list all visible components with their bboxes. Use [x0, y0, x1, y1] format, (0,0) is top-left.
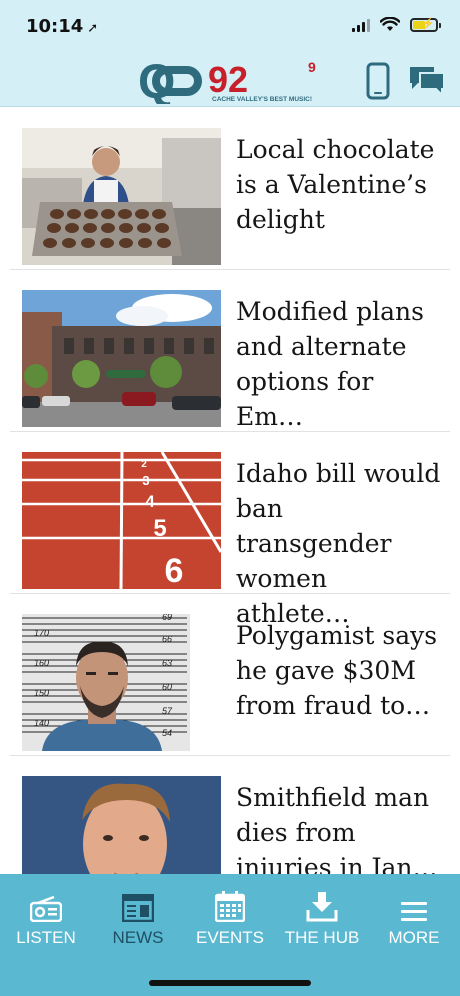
- track-number: 4: [145, 492, 155, 511]
- height-scale-label: 150: [34, 688, 49, 698]
- building-photo: [22, 290, 221, 427]
- nav-label: THE HUB: [284, 928, 360, 947]
- height-scale-label: 69: [162, 614, 172, 622]
- logo-number: 92: [208, 59, 248, 100]
- track-number: 2: [141, 459, 147, 470]
- header-actions: [366, 62, 446, 100]
- track-number: 6: [165, 552, 184, 589]
- article-headline[interactable]: Polygamist says he gave $30M from fraud …: [236, 618, 446, 723]
- calendar-icon: [215, 891, 245, 922]
- article-item[interactable]: Smithfield man dies from injuries in Jan…: [10, 756, 450, 874]
- logo-superscript: 9: [308, 59, 316, 75]
- article-thumbnail[interactable]: [22, 290, 221, 427]
- battery-icon: ⚡: [410, 17, 441, 32]
- status-icons: ⚡: [352, 17, 441, 32]
- status-time-text: 10:14: [26, 16, 84, 37]
- article-item[interactable]: Modified plans and alternate options for…: [10, 270, 450, 432]
- nav-label: EVENTS: [195, 928, 265, 947]
- height-scale-label: 140: [34, 718, 49, 728]
- mugshot-photo: 170 160 150 140 69 66 63 60 57 54: [22, 614, 221, 751]
- track-number: 5: [153, 515, 166, 542]
- wifi-icon: [380, 17, 400, 31]
- article-thumbnail[interactable]: [22, 128, 221, 265]
- article-thumbnail[interactable]: 2 3 4 5 6: [22, 452, 221, 589]
- location-arrow-icon: ➚: [87, 21, 99, 36]
- status-time: 10:14 ➚: [26, 16, 98, 37]
- height-scale-label: 63: [162, 658, 172, 668]
- nav-label: MORE: [388, 928, 440, 947]
- article-headline[interactable]: Modified plans and alternate options for…: [236, 294, 446, 434]
- track-photo: 2 3 4 5 6: [22, 452, 221, 589]
- portrait-photo: [22, 776, 221, 874]
- radio-icon: [30, 896, 62, 922]
- article-headline[interactable]: Local chocolate is a Valentine’s delight: [236, 132, 446, 237]
- station-logo[interactable]: Q 92 9 CACHE VALLEY'S BEST MUSIC!: [138, 58, 323, 104]
- height-scale-label: 57: [162, 706, 173, 716]
- nav-events[interactable]: EVENTS: [184, 884, 276, 948]
- download-icon: [306, 892, 338, 922]
- article-item[interactable]: 2 3 4 5 6 Idaho bill would ban transgend…: [10, 432, 450, 628]
- article-item[interactable]: 170 160 150 140 69 66 63 60 57 54 Polyga…: [10, 594, 450, 756]
- menu-icon: [401, 902, 427, 921]
- bottom-nav: LISTEN NEWS EVENTS THE HUB MORE: [0, 874, 460, 996]
- height-scale-label: 160: [34, 658, 49, 668]
- article-headline[interactable]: Smithfield man dies from injuries in Jan…: [236, 780, 446, 874]
- nav-news[interactable]: NEWS: [92, 884, 184, 948]
- phone-icon[interactable]: [366, 62, 390, 100]
- home-indicator[interactable]: [149, 980, 311, 986]
- article-thumbnail[interactable]: [22, 776, 221, 874]
- top-bar: 10:14 ➚ ⚡ Q 92 9 CACHE VALLEY'S BEST MUSI…: [0, 0, 460, 107]
- height-scale-label: 170: [34, 628, 49, 638]
- height-scale-label: 60: [162, 682, 172, 692]
- chat-icon[interactable]: [408, 65, 446, 97]
- height-scale-label: 66: [162, 634, 172, 644]
- article-item[interactable]: Local chocolate is a Valentine’s delight: [10, 108, 450, 270]
- news-list[interactable]: Local chocolate is a Valentine’s delight: [0, 108, 460, 874]
- cellular-signal-icon: [352, 18, 370, 32]
- nav-the-hub[interactable]: THE HUB: [276, 884, 368, 948]
- newspaper-icon: [122, 894, 154, 922]
- chocolate-photo: [22, 128, 221, 265]
- nav-label: NEWS: [112, 928, 164, 947]
- nav-more[interactable]: MORE: [368, 884, 460, 948]
- nav-listen[interactable]: LISTEN: [0, 884, 92, 948]
- track-number: 3: [142, 473, 149, 488]
- nav-label: LISTEN: [16, 928, 76, 947]
- height-scale-label: 54: [162, 728, 172, 738]
- logo-tagline: CACHE VALLEY'S BEST MUSIC!: [212, 96, 312, 103]
- article-thumbnail[interactable]: 170 160 150 140 69 66 63 60 57 54: [22, 614, 221, 751]
